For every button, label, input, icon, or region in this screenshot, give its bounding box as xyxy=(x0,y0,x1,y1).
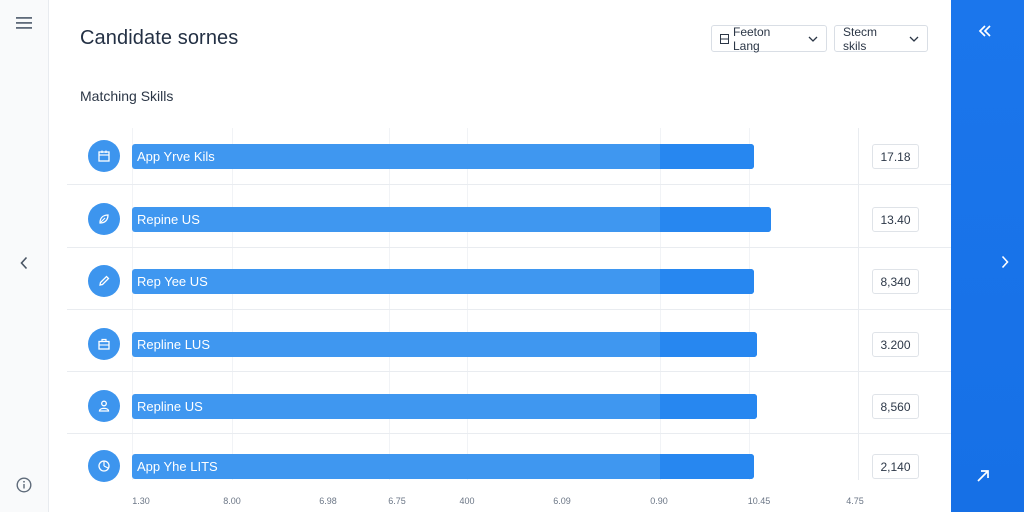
menu-icon[interactable] xyxy=(12,11,36,35)
x-tick-label: 6.75 xyxy=(388,496,406,506)
chart-bar[interactable]: Repline LUS xyxy=(132,332,757,357)
grid-line xyxy=(132,128,133,480)
x-tick-label: 10.45 xyxy=(747,496,771,506)
chart-row: Rep Yee US 8,340 xyxy=(49,261,951,301)
grid-line xyxy=(858,128,859,480)
grid-line xyxy=(67,371,951,372)
x-tick-label: 8.00 xyxy=(223,496,241,506)
left-rail xyxy=(0,0,49,512)
bar-label: Rep Yee US xyxy=(137,274,208,289)
bar-label: App Yrve Kils xyxy=(137,149,215,164)
grid-line xyxy=(67,433,951,434)
value-label: 17.18 xyxy=(872,144,919,169)
chevron-left-icon[interactable] xyxy=(12,251,36,275)
chart-row: App Yhe LITS 2,140 xyxy=(49,446,951,486)
right-panel xyxy=(951,0,1024,512)
x-tick-label: 1.30 xyxy=(132,496,150,506)
leaf-icon xyxy=(88,203,120,235)
value-label: 8,340 xyxy=(872,269,919,294)
grid-line xyxy=(660,128,661,480)
expand-arrow-icon[interactable] xyxy=(971,464,995,488)
chevron-right-icon[interactable] xyxy=(993,250,1017,274)
chart-row: Repline US 8,560 xyxy=(49,386,951,426)
grid-line xyxy=(67,184,951,185)
value-label: 8,560 xyxy=(872,394,919,419)
bar-label: Repline LUS xyxy=(137,337,210,352)
grid-line xyxy=(67,247,951,248)
grid-line xyxy=(67,309,951,310)
chart-bar[interactable]: Repine US xyxy=(132,207,771,232)
x-tick-label: 6.98 xyxy=(319,496,337,506)
grid-line xyxy=(749,128,750,480)
bar-label: Repline US xyxy=(137,399,203,414)
grid-line xyxy=(232,128,233,480)
chart-bar[interactable]: App Yrve Kils xyxy=(132,144,754,169)
calendar-icon xyxy=(88,140,120,172)
chart-row: Repline LUS 3.200 xyxy=(49,324,951,364)
chart-row: Repine US 13.40 xyxy=(49,199,951,239)
value-label: 3.200 xyxy=(872,332,919,357)
bar-label: App Yhe LITS xyxy=(137,459,218,474)
briefcase-icon xyxy=(88,328,120,360)
chart-icon xyxy=(88,450,120,482)
x-tick-label: 0.90 xyxy=(650,496,668,506)
x-tick-label: 4.75 xyxy=(846,496,864,506)
bar-label: Repine US xyxy=(137,212,200,227)
value-label: 2,140 xyxy=(872,454,919,479)
grid-line xyxy=(467,128,468,480)
chart-bar[interactable]: App Yhe LITS xyxy=(132,454,754,479)
user-icon xyxy=(88,390,120,422)
skills-bar-chart: App Yrve Kils 17.18 Repine US 13.40 Rep Yee … xyxy=(49,0,951,512)
chart-row: App Yrve Kils 17.18 xyxy=(49,136,951,176)
chart-bar[interactable]: Rep Yee US xyxy=(132,269,754,294)
chart-bar[interactable]: Repline US xyxy=(132,394,757,419)
pencil-icon xyxy=(88,265,120,297)
value-label: 13.40 xyxy=(872,207,919,232)
grid-line xyxy=(389,128,390,480)
x-tick-label: 6.09 xyxy=(553,496,571,506)
collapse-icon[interactable] xyxy=(973,19,997,43)
info-icon[interactable] xyxy=(12,473,36,497)
main-content: Candidate sornes Feeton Lang Stecm skils… xyxy=(49,0,951,512)
x-tick-label: 400 xyxy=(459,496,475,506)
